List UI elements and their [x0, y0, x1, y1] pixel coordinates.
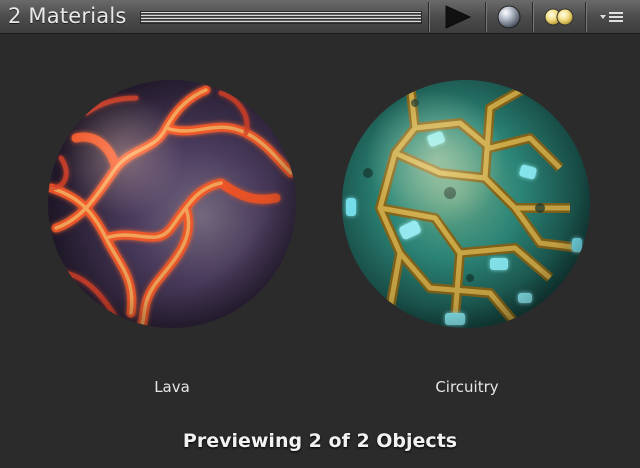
options-menu-button[interactable] [587, 2, 637, 32]
light-toggle-button[interactable] [534, 2, 584, 32]
sphere-icon [497, 5, 521, 29]
material-preview-panel: 2 Materials Lava Circuitry Previewing 2 … [0, 0, 640, 468]
sphere-mesh-button[interactable] [487, 2, 531, 32]
preview-toolbar: 2 Materials [0, 0, 640, 34]
toolbar-separator [585, 2, 586, 32]
toolbar-separator [485, 2, 486, 32]
preview-status-text: Previewing 2 of 2 Objects [182, 430, 458, 452]
circuitry-material-sphere[interactable] [340, 78, 592, 330]
toolbar-separator [532, 2, 533, 32]
preview-title: 2 Materials [8, 4, 127, 28]
lava-material-sphere[interactable] [46, 78, 298, 330]
play-button[interactable] [430, 2, 484, 32]
two-lights-icon [544, 8, 574, 26]
play-icon [445, 5, 472, 29]
dropdown-menu-icon [600, 12, 623, 22]
drag-grip[interactable] [140, 11, 422, 24]
toolbar-separator [428, 2, 429, 32]
lava-label: Lava [154, 378, 190, 396]
circuitry-label: Circuitry [435, 378, 499, 396]
